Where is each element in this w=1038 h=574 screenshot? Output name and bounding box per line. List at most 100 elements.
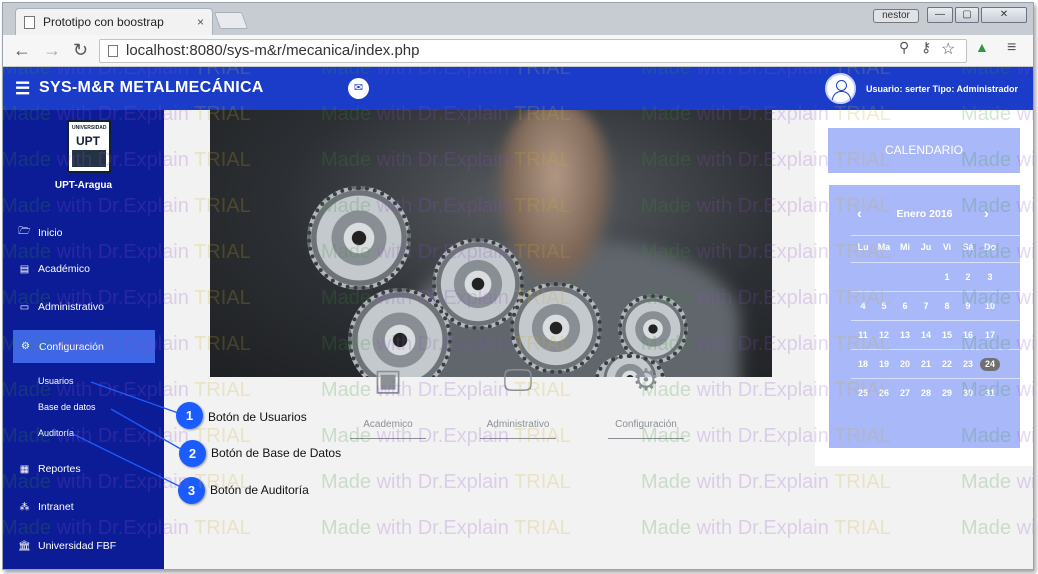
sitemap-icon: ⁂	[19, 501, 30, 513]
user-info: Usuario: serter Tipo: Administrador	[866, 84, 1019, 94]
url-text: localhost:8080/sys-m&r/mecanica/index.ph…	[126, 42, 420, 59]
calendar-day[interactable]: 1	[937, 271, 957, 284]
file-icon: ▦	[19, 463, 30, 475]
logo-emblem	[72, 150, 106, 167]
calendar-day[interactable]: 15	[937, 329, 957, 342]
shortcut-academico[interactable]: ▣ Academico	[338, 363, 438, 455]
shortcut-label: Configuración	[615, 419, 677, 430]
university-name: UPT-Aragua	[54, 180, 113, 191]
watermark-text: Made with Dr.Explain TRIAL	[321, 471, 571, 493]
calendar-day[interactable]: 28	[916, 387, 936, 400]
calendar-day[interactable]: 19	[874, 358, 894, 371]
sidebar-item-label: Intranet	[38, 501, 74, 513]
zoom-icon[interactable]: ⚲	[899, 39, 909, 56]
calendar-day[interactable]: 16	[958, 329, 978, 342]
calendar-weekday: Do	[984, 242, 996, 252]
tab-close-icon[interactable]: ×	[197, 15, 204, 29]
user-avatar-icon[interactable]	[825, 73, 856, 104]
sidebar-item-administrativo[interactable]: ▭ Administrativo	[18, 301, 104, 313]
calendar-day[interactable]: 6	[895, 300, 915, 313]
menu-icon[interactable]: ≡	[1007, 39, 1016, 57]
calendar-day[interactable]: 2	[958, 271, 978, 284]
sidebar-item-intranet[interactable]: ⁂ Intranet	[18, 501, 74, 513]
new-tab-button[interactable]	[213, 12, 249, 29]
bookmark-star-icon[interactable]: ☆	[941, 39, 955, 59]
sidebar-item-label: Universidad FBF	[38, 540, 117, 552]
reload-icon[interactable]: ↻	[73, 40, 88, 61]
calendar-weekday: Vi	[942, 242, 952, 252]
university-logo: UNIVERSIDAD UPT	[67, 120, 111, 173]
calendar-day[interactable]: 3	[980, 271, 1000, 284]
calendar-day[interactable]: 12	[874, 329, 894, 342]
logo-letters: UPT	[76, 134, 100, 148]
sidebar-item-universidad-fbf[interactable]: 🏛 Universidad FBF	[18, 540, 116, 552]
calendar-widget: ‹ Enero 2016 › Lu Ma Mi Ju Vi Sá Do 1 2 3 4 5 6 7 8 9 10…	[829, 185, 1026, 448]
minimize-button[interactable]: —	[927, 7, 953, 23]
forward-arrow-icon[interactable]: →	[43, 40, 61, 61]
submenu-base-de-datos[interactable]: Base de datos	[38, 402, 96, 412]
calendar-day[interactable]: 18	[853, 358, 873, 371]
calendar-day[interactable]: 23	[958, 358, 978, 371]
calendar-day[interactable]: 14	[916, 329, 936, 342]
calendar-day[interactable]: 7	[916, 300, 936, 313]
close-window-button[interactable]: ✕	[981, 7, 1027, 23]
key-icon[interactable]: ⚷	[921, 39, 931, 56]
calendar-day[interactable]: 17	[980, 329, 1000, 342]
calendar-day[interactable]: 9	[958, 300, 978, 313]
page-icon	[24, 15, 35, 29]
university-icon: 🏛	[18, 540, 31, 552]
calendar-day[interactable]: 29	[937, 387, 957, 400]
calendar-day[interactable]: 27	[895, 387, 915, 400]
calendar-day[interactable]: 10	[980, 300, 1000, 313]
sidebar-item-academico[interactable]: ▤ Académico	[18, 263, 90, 275]
calendar-day[interactable]: 13	[895, 329, 915, 342]
calendar-day[interactable]: 5	[874, 300, 894, 313]
envelope-icon[interactable]: ✉	[348, 78, 369, 99]
calendar-day[interactable]: 20	[895, 358, 915, 371]
submenu-auditoria[interactable]: Auditoría	[38, 428, 74, 438]
hamburger-menu-icon[interactable]: ☰	[15, 79, 30, 99]
profile-badge[interactable]: nestor	[873, 9, 919, 23]
calendar-day[interactable]: 22	[937, 358, 957, 371]
sidebar-item-reportes[interactable]: ▦ Reportes	[18, 463, 81, 475]
gear-graphic	[307, 186, 411, 290]
callout-text-1: Botón de Usuarios	[208, 410, 307, 424]
sidebar-item-inicio[interactable]: 🗁 Inicio	[18, 224, 63, 241]
calendar-day[interactable]: 21	[916, 358, 936, 371]
calendar-month: Enero 2016	[896, 208, 953, 220]
watermark-text: Made with Dr.Explain TRIAL	[641, 517, 891, 539]
calendar-day[interactable]: 24	[980, 358, 1000, 371]
shortcut-configuracion[interactable]: ⚙ Configuración	[596, 363, 696, 455]
drive-icon[interactable]: ▲	[975, 39, 989, 55]
sidebar-item-label: Configuración	[39, 340, 104, 353]
chevron-right-icon[interactable]: ›	[984, 205, 989, 221]
submenu-usuarios[interactable]: Usuarios	[38, 376, 74, 386]
calendar-day[interactable]: 30	[958, 387, 978, 400]
divider	[608, 438, 684, 439]
callout-badge-1: 1	[176, 402, 203, 429]
back-arrow-icon[interactable]: ←	[13, 40, 31, 61]
tab-title: Prototipo con boostrap	[43, 15, 164, 29]
calendar-day[interactable]: 4	[853, 300, 873, 313]
sidebar-item-configuracion[interactable]: ⚙ Configuración	[13, 330, 155, 363]
calendar-day[interactable]: 25	[853, 387, 873, 400]
browser-toolbar: ← → ↻ localhost:8080/sys-m&r/mecanica/in…	[3, 35, 1033, 67]
maximize-button[interactable]: ▢	[955, 7, 979, 23]
sidebar-item-label: Inicio	[38, 226, 63, 239]
app-navbar: ☰ SYS-M&R METALMECÁNICA ✉ Usuario: serte…	[3, 67, 1033, 110]
calendar-day[interactable]: 8	[937, 300, 957, 313]
callout-text-2: Botón de Base de Datos	[211, 446, 342, 460]
shortcut-administrativo[interactable]: 🖵 Administrativo	[468, 363, 568, 455]
hero-image	[210, 110, 772, 377]
sidebar: UNIVERSIDAD UPT UPT-Aragua 🗁 Inicio ▤ Ac…	[3, 110, 164, 569]
calendar-divider	[851, 320, 1026, 321]
watermark-text: Made with Dr.Explain TRIAL	[321, 517, 571, 539]
app-brand[interactable]: SYS-M&R METALMECÁNICA	[39, 79, 264, 97]
divider	[350, 438, 426, 439]
gear-icon: ⚙	[632, 364, 660, 397]
address-bar[interactable]: localhost:8080/sys-m&r/mecanica/index.ph…	[99, 39, 967, 63]
calendar-day[interactable]: 26	[874, 387, 894, 400]
browser-tab[interactable]: Prototipo con boostrap ×	[15, 8, 213, 35]
calendar-day[interactable]: 31	[980, 387, 1000, 400]
calendar-day[interactable]: 11	[853, 329, 873, 342]
